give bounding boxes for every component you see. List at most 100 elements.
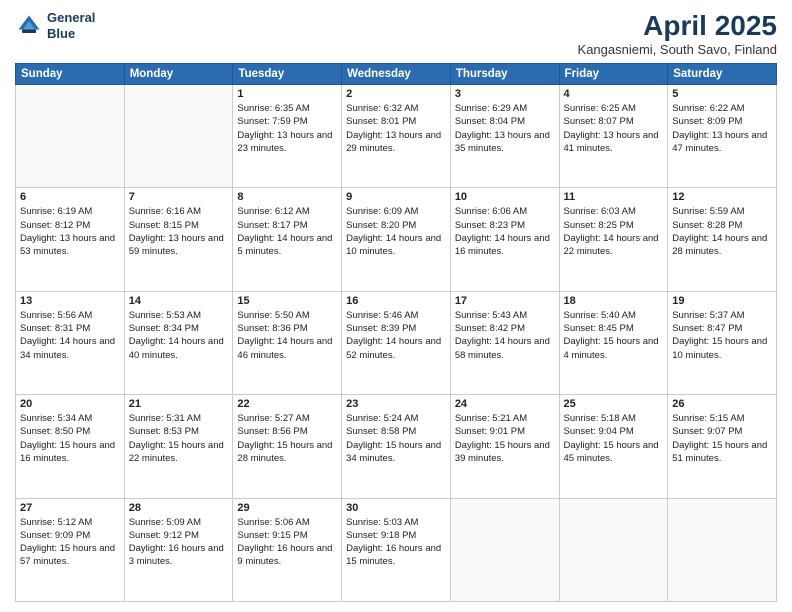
day-header-tuesday: Tuesday	[233, 64, 342, 85]
calendar-cell: 19 Sunrise: 5:37 AM Sunset: 8:47 PM Dayl…	[668, 291, 777, 394]
day-header-thursday: Thursday	[450, 64, 559, 85]
day-number: 24	[455, 398, 555, 410]
calendar-cell: 12 Sunrise: 5:59 AM Sunset: 8:28 PM Dayl…	[668, 188, 777, 291]
page: General Blue April 2025 Kangasniemi, Sou…	[0, 0, 792, 612]
sunrise-text: Sunrise: 5:03 AM	[346, 516, 446, 529]
calendar-body: 1 Sunrise: 6:35 AM Sunset: 7:59 PM Dayli…	[16, 85, 777, 602]
day-number: 10	[455, 191, 555, 203]
title-block: April 2025 Kangasniemi, South Savo, Finl…	[578, 10, 777, 57]
sunset-text: Sunset: 8:47 PM	[672, 322, 772, 335]
calendar-cell	[668, 498, 777, 601]
day-info: Sunrise: 6:35 AM Sunset: 7:59 PM Dayligh…	[237, 102, 337, 155]
calendar-cell: 14 Sunrise: 5:53 AM Sunset: 8:34 PM Dayl…	[124, 291, 233, 394]
sunset-text: Sunset: 8:36 PM	[237, 322, 337, 335]
calendar-cell: 18 Sunrise: 5:40 AM Sunset: 8:45 PM Dayl…	[559, 291, 668, 394]
day-info: Sunrise: 5:18 AM Sunset: 9:04 PM Dayligh…	[564, 412, 664, 465]
calendar-cell: 29 Sunrise: 5:06 AM Sunset: 9:15 PM Dayl…	[233, 498, 342, 601]
sunrise-text: Sunrise: 5:09 AM	[129, 516, 229, 529]
daylight-text: Daylight: 14 hours and 10 minutes.	[346, 232, 446, 259]
daylight-text: Daylight: 15 hours and 4 minutes.	[564, 335, 664, 362]
day-info: Sunrise: 6:25 AM Sunset: 8:07 PM Dayligh…	[564, 102, 664, 155]
header: General Blue April 2025 Kangasniemi, Sou…	[15, 10, 777, 57]
day-number: 28	[129, 502, 229, 514]
daylight-text: Daylight: 15 hours and 57 minutes.	[20, 542, 120, 569]
day-number: 8	[237, 191, 337, 203]
calendar-cell: 30 Sunrise: 5:03 AM Sunset: 9:18 PM Dayl…	[342, 498, 451, 601]
day-number: 27	[20, 502, 120, 514]
sunset-text: Sunset: 8:01 PM	[346, 115, 446, 128]
calendar-cell: 20 Sunrise: 5:34 AM Sunset: 8:50 PM Dayl…	[16, 395, 125, 498]
calendar-cell	[124, 85, 233, 188]
calendar-week-5: 27 Sunrise: 5:12 AM Sunset: 9:09 PM Dayl…	[16, 498, 777, 601]
day-info: Sunrise: 6:29 AM Sunset: 8:04 PM Dayligh…	[455, 102, 555, 155]
logo-line2: Blue	[47, 26, 95, 42]
calendar-week-3: 13 Sunrise: 5:56 AM Sunset: 8:31 PM Dayl…	[16, 291, 777, 394]
daylight-text: Daylight: 13 hours and 59 minutes.	[129, 232, 229, 259]
logo: General Blue	[15, 10, 95, 41]
calendar-cell: 8 Sunrise: 6:12 AM Sunset: 8:17 PM Dayli…	[233, 188, 342, 291]
day-number: 2	[346, 88, 446, 100]
daylight-text: Daylight: 15 hours and 28 minutes.	[237, 439, 337, 466]
sunset-text: Sunset: 8:17 PM	[237, 219, 337, 232]
day-info: Sunrise: 6:22 AM Sunset: 8:09 PM Dayligh…	[672, 102, 772, 155]
day-number: 20	[20, 398, 120, 410]
sunrise-text: Sunrise: 6:29 AM	[455, 102, 555, 115]
daylight-text: Daylight: 13 hours and 53 minutes.	[20, 232, 120, 259]
day-info: Sunrise: 5:37 AM Sunset: 8:47 PM Dayligh…	[672, 309, 772, 362]
day-info: Sunrise: 5:59 AM Sunset: 8:28 PM Dayligh…	[672, 205, 772, 258]
logo-text: General Blue	[47, 10, 95, 41]
sunset-text: Sunset: 8:25 PM	[564, 219, 664, 232]
day-number: 5	[672, 88, 772, 100]
sunset-text: Sunset: 8:23 PM	[455, 219, 555, 232]
calendar-cell: 1 Sunrise: 6:35 AM Sunset: 7:59 PM Dayli…	[233, 85, 342, 188]
calendar-cell: 25 Sunrise: 5:18 AM Sunset: 9:04 PM Dayl…	[559, 395, 668, 498]
day-header-monday: Monday	[124, 64, 233, 85]
day-number: 29	[237, 502, 337, 514]
day-number: 23	[346, 398, 446, 410]
day-info: Sunrise: 5:06 AM Sunset: 9:15 PM Dayligh…	[237, 516, 337, 569]
calendar-cell: 27 Sunrise: 5:12 AM Sunset: 9:09 PM Dayl…	[16, 498, 125, 601]
sunset-text: Sunset: 9:07 PM	[672, 425, 772, 438]
sunset-text: Sunset: 9:09 PM	[20, 529, 120, 542]
sunset-text: Sunset: 9:18 PM	[346, 529, 446, 542]
daylight-text: Daylight: 15 hours and 39 minutes.	[455, 439, 555, 466]
sunrise-text: Sunrise: 5:43 AM	[455, 309, 555, 322]
sunset-text: Sunset: 8:12 PM	[20, 219, 120, 232]
day-info: Sunrise: 5:27 AM Sunset: 8:56 PM Dayligh…	[237, 412, 337, 465]
sunset-text: Sunset: 7:59 PM	[237, 115, 337, 128]
sunrise-text: Sunrise: 5:21 AM	[455, 412, 555, 425]
sunrise-text: Sunrise: 5:53 AM	[129, 309, 229, 322]
day-number: 19	[672, 295, 772, 307]
daylight-text: Daylight: 16 hours and 9 minutes.	[237, 542, 337, 569]
day-info: Sunrise: 5:12 AM Sunset: 9:09 PM Dayligh…	[20, 516, 120, 569]
sunrise-text: Sunrise: 6:25 AM	[564, 102, 664, 115]
sunset-text: Sunset: 8:39 PM	[346, 322, 446, 335]
calendar-cell: 17 Sunrise: 5:43 AM Sunset: 8:42 PM Dayl…	[450, 291, 559, 394]
day-number: 15	[237, 295, 337, 307]
day-header-wednesday: Wednesday	[342, 64, 451, 85]
calendar-table: SundayMondayTuesdayWednesdayThursdayFrid…	[15, 63, 777, 602]
day-number: 1	[237, 88, 337, 100]
sunset-text: Sunset: 8:28 PM	[672, 219, 772, 232]
calendar-cell: 7 Sunrise: 6:16 AM Sunset: 8:15 PM Dayli…	[124, 188, 233, 291]
sunrise-text: Sunrise: 5:24 AM	[346, 412, 446, 425]
calendar-cell: 15 Sunrise: 5:50 AM Sunset: 8:36 PM Dayl…	[233, 291, 342, 394]
daylight-text: Daylight: 15 hours and 51 minutes.	[672, 439, 772, 466]
sunrise-text: Sunrise: 5:40 AM	[564, 309, 664, 322]
day-number: 14	[129, 295, 229, 307]
sunrise-text: Sunrise: 5:59 AM	[672, 205, 772, 218]
daylight-text: Daylight: 14 hours and 22 minutes.	[564, 232, 664, 259]
day-info: Sunrise: 6:19 AM Sunset: 8:12 PM Dayligh…	[20, 205, 120, 258]
sunset-text: Sunset: 8:15 PM	[129, 219, 229, 232]
sunset-text: Sunset: 8:07 PM	[564, 115, 664, 128]
day-number: 16	[346, 295, 446, 307]
sunrise-text: Sunrise: 6:32 AM	[346, 102, 446, 115]
calendar-cell: 13 Sunrise: 5:56 AM Sunset: 8:31 PM Dayl…	[16, 291, 125, 394]
daylight-text: Daylight: 14 hours and 34 minutes.	[20, 335, 120, 362]
calendar-cell: 4 Sunrise: 6:25 AM Sunset: 8:07 PM Dayli…	[559, 85, 668, 188]
daylight-text: Daylight: 14 hours and 28 minutes.	[672, 232, 772, 259]
daylight-text: Daylight: 16 hours and 3 minutes.	[129, 542, 229, 569]
sunrise-text: Sunrise: 6:35 AM	[237, 102, 337, 115]
sunset-text: Sunset: 8:58 PM	[346, 425, 446, 438]
sunset-text: Sunset: 8:42 PM	[455, 322, 555, 335]
